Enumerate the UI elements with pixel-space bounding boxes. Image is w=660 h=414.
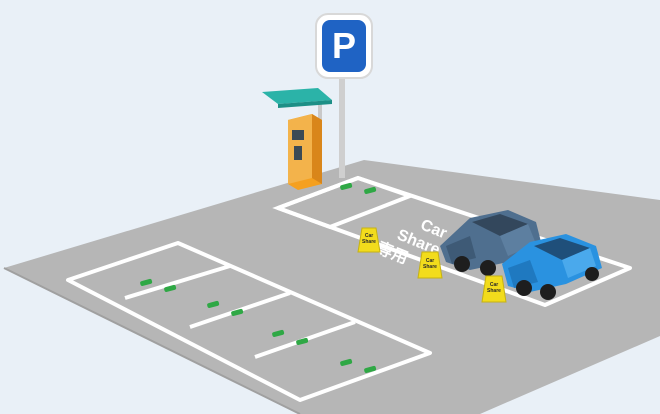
car-share-cone: Car Share bbox=[417, 251, 443, 279]
asphalt-lot bbox=[4, 160, 660, 414]
car-share-cone: Car Share bbox=[357, 227, 381, 253]
parking-pay-kiosk bbox=[262, 88, 332, 190]
car-share-cone: Car Share bbox=[481, 275, 507, 303]
cone-label-line2: Share bbox=[423, 264, 437, 270]
parking-lot-scene: Car Share 専用 P Car Share Car Share Car S… bbox=[3, 13, 660, 414]
sign-letter: P bbox=[332, 25, 356, 66]
sign-pole bbox=[339, 70, 345, 178]
cone-label-line2: Share bbox=[362, 239, 376, 245]
cone-label-line2: Share bbox=[487, 288, 501, 294]
